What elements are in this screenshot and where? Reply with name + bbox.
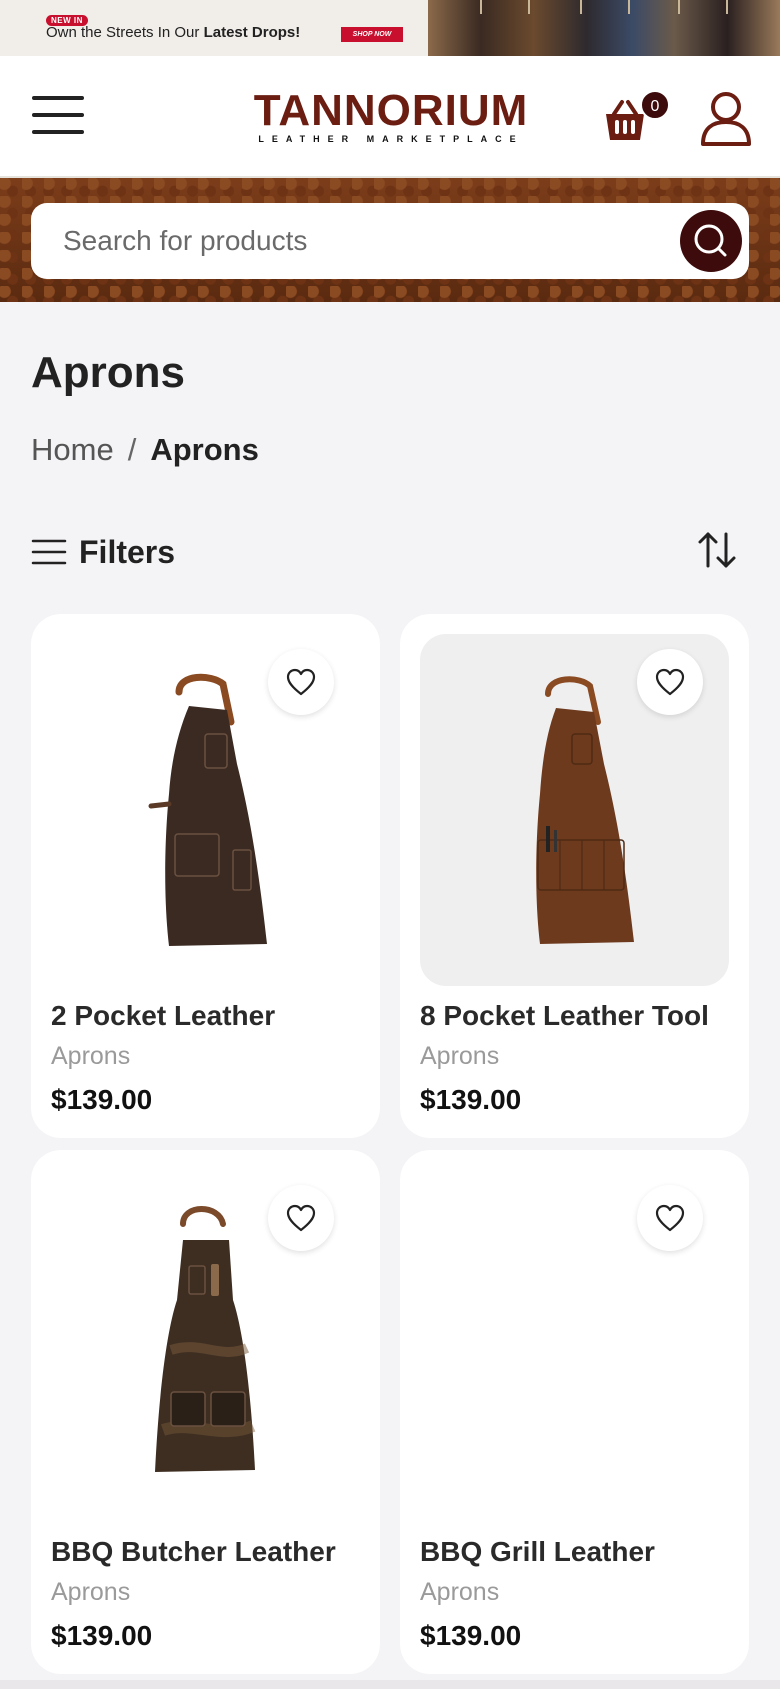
search-button[interactable] [680,210,742,272]
account-button[interactable] [700,90,756,146]
product-price: $139.00 [420,1620,522,1651]
cart-button[interactable]: 0 [600,90,670,142]
product-card[interactable]: 8 Pocket Leather Tool Aprons $139.00 [400,614,749,1138]
product-price: $139.00 [51,1084,153,1115]
user-icon [701,92,751,146]
product-card[interactable]: 2 Pocket Leather Aprons $139.00 [31,614,380,1138]
breadcrumb-current: Aprons [150,432,259,467]
breadcrumb-home[interactable]: Home [31,432,114,467]
heart-icon [286,668,316,696]
product-price: $139.00 [51,1620,153,1651]
breadcrumb-separator: / [127,432,137,467]
heart-icon [286,1204,316,1232]
product-category: Aprons [420,1578,500,1606]
logo-tagline: LEATHER MARKETPLACE [258,134,524,144]
sort-arrows-icon [698,532,736,568]
promo-text-bold: Latest Drops! [203,24,301,41]
promo-text-prefix: Own the Streets In Our [46,24,204,41]
site-header: TANNORIUM LEATHER MARKETPLACE 0 [0,56,780,178]
product-price: $139.00 [420,1084,522,1115]
site-logo[interactable]: TANNORIUM LEATHER MARKETPLACE [236,86,546,152]
breadcrumb: Home / Aprons [31,432,259,468]
search-input[interactable] [63,203,663,279]
filter-lines-icon [31,539,67,565]
product-name[interactable]: BBQ Butcher Leather [51,1536,336,1568]
cart-count-badge: 0 [640,90,670,120]
filters-button[interactable]: Filters [31,532,175,572]
product-card[interactable]: BBQ Butcher Leather Aprons $139.00 [31,1150,380,1674]
hamburger-menu-icon[interactable] [32,96,84,136]
filters-label: Filters [79,533,176,570]
sort-button[interactable] [696,530,738,570]
product-category: Aprons [51,1578,131,1606]
wishlist-button[interactable] [268,1185,334,1251]
search-icon [694,224,727,257]
wishlist-button[interactable] [637,1185,703,1251]
product-card[interactable]: BBQ Grill Leather Aprons $139.00 [400,1150,749,1674]
promo-banner[interactable]: NEW IN Own the Streets In Our Latest Dro… [0,0,780,56]
logo-wordmark: TANNORIUM [253,86,529,135]
heart-icon [655,1204,685,1232]
shop-now-button[interactable]: SHOP NOW [341,27,403,42]
product-name[interactable]: 8 Pocket Leather Tool [420,1000,709,1032]
product-category: Aprons [420,1042,500,1070]
product-category: Aprons [51,1042,131,1070]
product-name[interactable]: BBQ Grill Leather [420,1536,655,1568]
wishlist-button[interactable] [268,649,334,715]
search-box [31,203,749,279]
heart-icon [655,668,685,696]
page-title: Aprons [31,348,185,397]
next-row-peek [0,1680,780,1689]
product-name[interactable]: 2 Pocket Leather [51,1000,275,1032]
search-section [0,178,780,302]
wishlist-button[interactable] [637,649,703,715]
promo-text: Own the Streets In Our Latest Drops! [46,24,300,41]
promo-jackets-image [428,0,780,56]
